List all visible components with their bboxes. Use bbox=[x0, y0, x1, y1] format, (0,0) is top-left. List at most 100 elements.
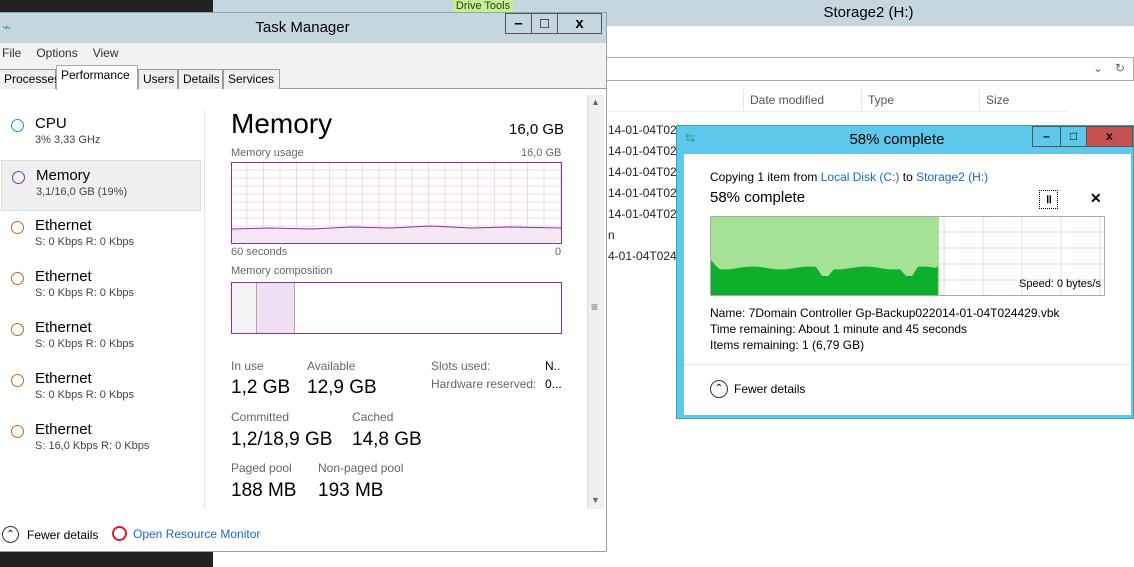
source-link[interactable]: Local Disk (C:) bbox=[821, 170, 900, 184]
paged-pool-value: 188 MB bbox=[231, 480, 297, 501]
scroll-grip-icon[interactable]: ≡ bbox=[591, 300, 598, 314]
cancel-button[interactable]: ✕ bbox=[1090, 190, 1102, 207]
tab-services[interactable]: Services bbox=[223, 69, 280, 89]
task-manager-window: ⌁ Task Manager – □ x File Options View Pro… bbox=[0, 12, 607, 552]
nonpaged-pool-label: Non-paged pool bbox=[318, 461, 404, 475]
chevron-down-icon[interactable]: ⌄ bbox=[1093, 61, 1103, 75]
open-resource-monitor-link[interactable]: Open Resource Monitor bbox=[112, 526, 260, 541]
sidebar-item-ethernet[interactable]: Ethernet S: 0 Kbps R: 0 Kbps bbox=[1, 211, 201, 262]
sidebar-item-cpu[interactable]: CPU 3% 3,33 GHz bbox=[1, 109, 201, 160]
paged-pool-label: Paged pool bbox=[231, 461, 292, 475]
copy-progress-dialog: ⇆ 58% complete – □ x Copying 1 item from… bbox=[676, 125, 1134, 419]
time-value: About 1 minute and 45 seconds bbox=[798, 322, 968, 336]
minimize-button[interactable]: – bbox=[1032, 126, 1061, 147]
status-circle-icon bbox=[12, 171, 25, 184]
tab-users[interactable]: Users bbox=[138, 69, 178, 89]
fewer-details-label: Fewer details bbox=[734, 382, 806, 396]
item-sub: S: 0 Kbps R: 0 Kbps bbox=[35, 236, 135, 248]
item-sub: 3% 3,33 GHz bbox=[35, 134, 101, 146]
memory-composition-label: Memory composition bbox=[231, 265, 333, 277]
items-value: 1 (6,79 GB) bbox=[802, 338, 865, 352]
title-bar: ⌁ Task Manager – □ x bbox=[0, 13, 606, 43]
sidebar-item-memory[interactable]: Memory 3,1/16,0 GB (19%) bbox=[1, 160, 201, 211]
in-use-segment bbox=[232, 283, 257, 333]
chevron-up-icon: ⌃ bbox=[710, 380, 728, 398]
memory-usage-max: 16,0 GB bbox=[521, 147, 562, 159]
fewer-details-button[interactable]: ⌃ Fewer details bbox=[2, 526, 98, 543]
close-button[interactable]: x bbox=[1086, 126, 1133, 147]
tab-details[interactable]: Details bbox=[178, 69, 223, 89]
to-word: to bbox=[902, 170, 913, 184]
tab-performance[interactable]: Performance bbox=[56, 65, 138, 90]
file-row[interactable]: 14-01-04T024 bbox=[608, 207, 683, 221]
committed-label: Committed bbox=[231, 410, 290, 424]
maximize-button[interactable]: □ bbox=[1060, 126, 1087, 147]
tab-bar: Processes Performance Users Details Serv… bbox=[0, 63, 606, 90]
memory-usage-label: Memory usage bbox=[231, 147, 304, 159]
item-name: Ethernet bbox=[35, 319, 92, 336]
destination-link[interactable]: Storage2 (H:) bbox=[916, 170, 988, 184]
file-row[interactable]: 14-01-04T024 bbox=[608, 144, 683, 158]
item-name: Ethernet bbox=[35, 217, 92, 234]
col-type[interactable]: Type bbox=[861, 89, 979, 111]
status-circle-icon bbox=[11, 221, 24, 234]
file-row[interactable]: 14-01-04T024 bbox=[608, 123, 683, 137]
status-circle-icon bbox=[11, 323, 24, 336]
pause-button[interactable]: ॥ bbox=[1039, 190, 1058, 209]
column-headers: Date modified Type Size bbox=[608, 89, 1068, 112]
slots-value: N.. bbox=[545, 359, 561, 373]
scroll-up-icon[interactable]: ▲ bbox=[591, 97, 600, 107]
menu-view[interactable]: View bbox=[93, 46, 131, 60]
copying-summary: Copying 1 item from Local Disk (C:) to S… bbox=[710, 170, 988, 184]
sidebar-item-ethernet[interactable]: Ethernet S: 0 Kbps R: 0 Kbps bbox=[1, 313, 201, 364]
memory-composition-bar bbox=[231, 282, 562, 334]
status-circle-icon bbox=[11, 374, 24, 387]
refresh-icon[interactable]: ↻ bbox=[1115, 61, 1125, 75]
file-row[interactable]: 14-01-04T024 bbox=[608, 165, 683, 179]
item-name: Ethernet bbox=[35, 268, 92, 285]
time-axis-left: 60 seconds bbox=[231, 246, 288, 258]
item-sub: S: 0 Kbps R: 0 Kbps bbox=[35, 287, 135, 299]
tab-processes[interactable]: Processes bbox=[0, 69, 60, 89]
scroll-down-icon[interactable]: ▼ bbox=[591, 495, 600, 505]
window-title: Task Manager bbox=[255, 19, 350, 36]
resource-monitor-icon bbox=[112, 526, 127, 541]
in-use-label: In use bbox=[231, 359, 264, 373]
name-row: Name: 7Domain Controller Gp-Backup022014… bbox=[710, 306, 1060, 320]
time-row: Time remaining: About 1 minute and 45 se… bbox=[710, 322, 967, 336]
item-sub: S: 0 Kbps R: 0 Kbps bbox=[35, 338, 135, 350]
hw-reserved-label: Hardware reserved: bbox=[431, 377, 537, 391]
col-size[interactable]: Size bbox=[979, 89, 1059, 111]
item-sub: S: 0 Kbps R: 0 Kbps bbox=[35, 389, 135, 401]
fewer-details-button[interactable]: ⌃ Fewer details bbox=[710, 380, 805, 398]
scrollbar[interactable]: ▲ ≡ ▼ bbox=[587, 95, 604, 509]
close-button[interactable]: x bbox=[557, 13, 602, 34]
items-row: Items remaining: 1 (6,79 GB) bbox=[710, 338, 864, 352]
file-row[interactable]: 14-01-04T024 bbox=[608, 186, 683, 200]
available-value: 12,9 GB bbox=[307, 377, 377, 398]
memory-usage-graph bbox=[231, 162, 562, 244]
hw-reserved-value: 0... bbox=[545, 377, 562, 391]
menu-file[interactable]: File bbox=[2, 46, 33, 60]
name-label: Name: bbox=[710, 306, 746, 320]
item-sub: 3,1/16,0 GB (19%) bbox=[36, 186, 128, 198]
fewer-details-label: Fewer details bbox=[27, 527, 99, 542]
copying-prefix: Copying 1 item from bbox=[710, 170, 818, 184]
menu-options[interactable]: Options bbox=[36, 46, 89, 60]
sidebar-item-ethernet[interactable]: Ethernet S: 0 Kbps R: 0 Kbps bbox=[1, 364, 201, 415]
file-row[interactable]: n bbox=[608, 228, 615, 242]
in-use-value: 1,2 GB bbox=[231, 377, 291, 398]
col-date-modified[interactable]: Date modified bbox=[743, 89, 861, 111]
item-name: Memory bbox=[36, 167, 91, 184]
resource-monitor-label: Open Resource Monitor bbox=[133, 526, 261, 541]
address-bar[interactable]: ⌄ ↻ bbox=[593, 57, 1134, 81]
dialog-body: Copying 1 item from Local Disk (C:) to S… bbox=[684, 154, 1131, 415]
sidebar-item-ethernet[interactable]: Ethernet S: 16,0 Kbps R: 0 Kbps bbox=[1, 415, 201, 466]
sidebar-item-ethernet[interactable]: Ethernet S: 0 Kbps R: 0 Kbps bbox=[1, 262, 201, 313]
item-name: CPU bbox=[35, 115, 67, 132]
nonpaged-pool-value: 193 MB bbox=[318, 480, 384, 501]
minimize-button[interactable]: – bbox=[505, 13, 532, 34]
maximize-button[interactable]: □ bbox=[531, 13, 558, 34]
file-row[interactable]: 4-01-04T0244 bbox=[608, 249, 683, 263]
time-label: Time remaining: bbox=[710, 322, 796, 336]
